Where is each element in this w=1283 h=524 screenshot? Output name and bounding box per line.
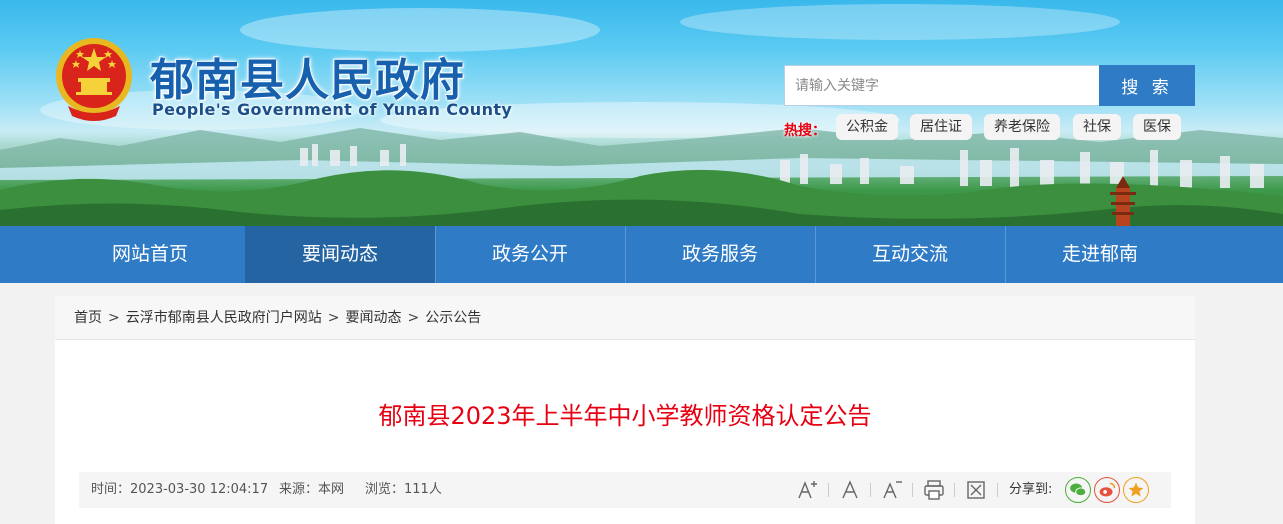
nav-item-government-services[interactable]: 政务服务: [625, 226, 815, 283]
breadcrumb-separator: >: [108, 310, 120, 326]
share-label: 分享到:: [1009, 482, 1053, 497]
breadcrumb-portal[interactable]: 云浮市郁南县人民政府门户网站: [126, 310, 322, 326]
wechat-icon[interactable]: [1065, 477, 1091, 503]
article-title: 郁南县2023年上半年中小学教师资格认定公告: [378, 402, 872, 430]
toolbar-divider: [828, 483, 829, 497]
favorite-icon[interactable]: [1123, 477, 1149, 503]
breadcrumb: 首页 > 云浮市郁南县人民政府门户网站 > 要闻动态 > 公示公告: [55, 296, 1195, 340]
search-input[interactable]: [784, 65, 1100, 106]
breadcrumb-announcements[interactable]: 公示公告: [425, 310, 481, 326]
nav-item-about-yunan[interactable]: 走进郁南: [1005, 226, 1195, 283]
hot-tag-housing-fund[interactable]: 公积金: [836, 114, 898, 140]
breadcrumb-separator: >: [407, 310, 420, 326]
breadcrumb-news[interactable]: 要闻动态: [345, 310, 401, 326]
article-meta-bar: 时间：2023-03-30 12:04:17 来源：本网 浏览：111人 分享到…: [79, 472, 1171, 508]
nav-item-news[interactable]: 要闻动态: [245, 226, 435, 283]
article-container: 首页 > 云浮市郁南县人民政府门户网站 > 要闻动态 > 公示公告 郁南县2023年上半年中…: [55, 296, 1195, 524]
source-label: 来源：: [279, 482, 319, 497]
nav-item-government-affairs[interactable]: 政务公开: [435, 226, 625, 283]
search-button[interactable]: 搜 索: [1099, 65, 1195, 106]
view-count: 浏览：111人: [365, 472, 442, 508]
publish-time-label: 时间：: [91, 482, 131, 497]
nav-item-home[interactable]: 网站首页: [55, 226, 245, 283]
views-label: 浏览：: [365, 482, 405, 497]
publish-time: 时间：2023-03-30 12:04:17: [91, 472, 268, 508]
breadcrumb-separator: >: [327, 310, 340, 326]
national-emblem-icon: [56, 38, 132, 121]
nav-item-interaction[interactable]: 互动交流: [815, 226, 1005, 283]
print-icon[interactable]: [922, 478, 946, 502]
toolbar-divider: [954, 483, 955, 497]
source-value: 本网: [318, 482, 345, 497]
hot-search-label: 热搜：: [784, 123, 826, 139]
hot-tag-residence-permit[interactable]: 居住证: [910, 114, 972, 140]
hot-tag-social-security[interactable]: 社保: [1073, 114, 1121, 140]
publish-time-value: 2023-03-30 12:04:17: [130, 482, 269, 497]
font-increase-icon[interactable]: [796, 478, 820, 502]
article-source: 来源：本网: [279, 472, 344, 508]
header-banner: 郁南县人民政府 People's Government of Yunan Cou…: [0, 0, 1283, 226]
font-decrease-icon[interactable]: [880, 478, 904, 502]
font-normal-icon[interactable]: [838, 478, 862, 502]
views-value: 111人: [404, 482, 442, 497]
breadcrumb-home[interactable]: 首页: [74, 310, 102, 326]
toolbar-divider: [912, 483, 913, 497]
close-icon[interactable]: [964, 478, 988, 502]
site-title: 郁南县人民政府: [150, 55, 465, 106]
toolbar-divider: [870, 483, 871, 497]
hot-tag-pension-insurance[interactable]: 养老保险: [984, 114, 1060, 140]
weibo-icon[interactable]: [1094, 477, 1120, 503]
site-subtitle: People's Government of Yunan County: [152, 100, 513, 119]
hot-tag-medical-insurance[interactable]: 医保: [1133, 114, 1181, 140]
toolbar-divider: [997, 483, 998, 497]
main-nav: 网站首页 要闻动态 政务公开 政务服务 互动交流 走进郁南: [0, 226, 1283, 283]
